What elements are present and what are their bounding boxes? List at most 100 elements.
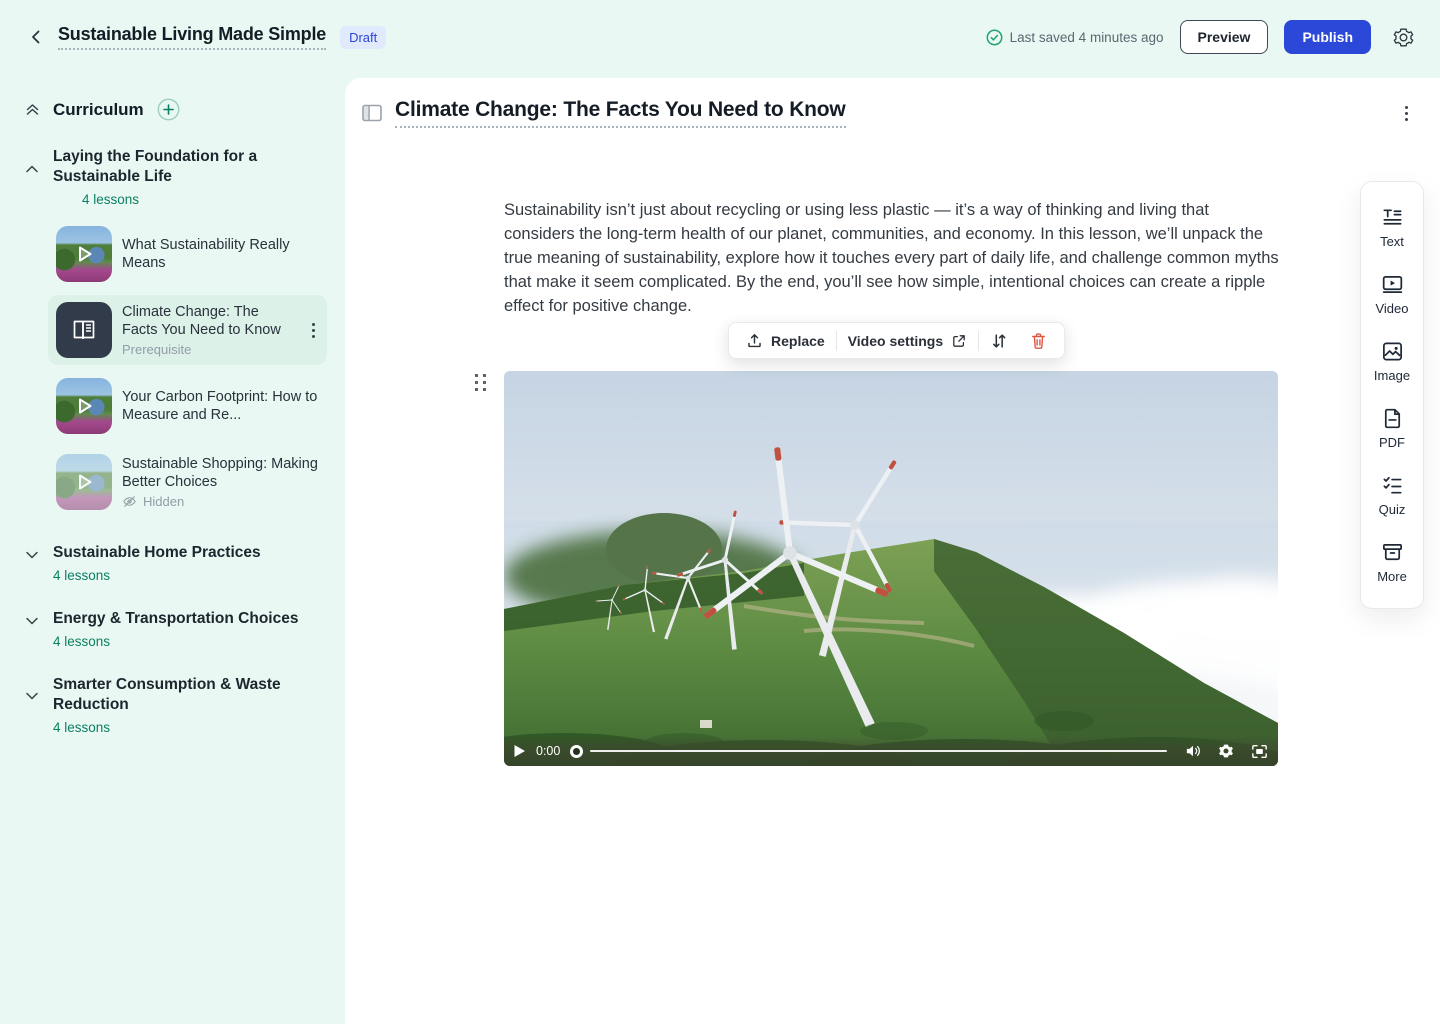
pdf-block-icon: [1381, 407, 1404, 430]
trash-icon: [1030, 332, 1047, 350]
lesson-options-button[interactable]: [1401, 102, 1412, 125]
video-controls: 0:00: [504, 736, 1278, 766]
chevron-left-icon: [27, 28, 45, 46]
add-video-block-button[interactable]: Video: [1361, 261, 1423, 328]
play-icon: [71, 241, 97, 267]
add-pdf-block-button[interactable]: PDF: [1361, 395, 1423, 462]
play-icon: [71, 469, 97, 495]
curriculum-section: Sustainable Home Practices 4 lessons: [0, 523, 345, 583]
preview-button[interactable]: Preview: [1180, 20, 1269, 54]
lesson-editor-panel: Climate Change: The Facts You Need to Kn…: [345, 78, 1440, 1024]
quiz-block-icon: [1381, 474, 1404, 497]
open-book-icon: [71, 318, 97, 342]
text-block-icon: [1381, 206, 1404, 229]
video-play-button[interactable]: [513, 744, 526, 758]
fullscreen-icon[interactable]: [1251, 744, 1268, 759]
section-lesson-count: 4 lessons: [53, 568, 261, 583]
tool-label: Text: [1380, 234, 1404, 249]
chevron-down-icon: [24, 688, 40, 704]
section-header[interactable]: Laying the Foundation for a Sustainable …: [24, 147, 321, 207]
swap-vertical-icon: [990, 332, 1008, 350]
external-link-icon: [951, 333, 967, 349]
lesson-title: What Sustainability Really Means: [122, 236, 319, 272]
archive-box-icon: [1381, 541, 1404, 564]
add-section-button[interactable]: [157, 98, 180, 121]
upload-icon: [746, 332, 763, 349]
curriculum-sidebar: Curriculum Laying the Foundation for a S…: [0, 74, 345, 1024]
video-block-toolbar: Replace Video settings: [728, 322, 1065, 359]
tool-label: Video: [1375, 301, 1408, 316]
curriculum-section: Smarter Consumption & Waste Reduction 4 …: [0, 649, 345, 735]
section-lesson-count: 4 lessons: [82, 192, 321, 207]
block-toolbox: Text Video Image PDF Quiz More: [1360, 181, 1424, 609]
add-image-block-button[interactable]: Image: [1361, 328, 1423, 395]
status-badge: Draft: [340, 26, 386, 49]
replace-button[interactable]: Replace: [735, 323, 836, 358]
publish-button[interactable]: Publish: [1284, 20, 1371, 54]
video-frame-windfarm: [504, 371, 1278, 766]
tool-label: More: [1377, 569, 1407, 584]
lesson-menu-button[interactable]: [308, 319, 319, 342]
settings-button[interactable]: [1393, 27, 1414, 48]
reading-lesson-icon-tile: [56, 302, 112, 358]
hidden-label: Hidden: [143, 494, 184, 509]
tool-label: PDF: [1379, 435, 1405, 450]
toggle-sidebar-icon[interactable]: [362, 104, 382, 122]
plus-circle-icon: [157, 98, 180, 121]
eye-off-icon: [122, 494, 137, 509]
video-scrubber-handle[interactable]: [570, 745, 583, 758]
video-progress-track[interactable]: [590, 750, 1167, 752]
video-player[interactable]: 0:00: [504, 371, 1278, 766]
lesson-page-title[interactable]: Climate Change: The Facts You Need to Kn…: [395, 98, 846, 128]
back-button[interactable]: [24, 25, 48, 49]
check-circle-icon: [986, 29, 1003, 46]
video-block-icon: [1381, 273, 1404, 296]
lesson-subtitle: Prerequisite: [122, 342, 298, 357]
curriculum-header: Curriculum: [53, 100, 144, 120]
lesson-item-selected[interactable]: Climate Change: The Facts You Need to Kn…: [48, 295, 327, 365]
curriculum-section: Energy & Transportation Choices 4 lesson…: [0, 583, 345, 649]
last-saved-text: Last saved 4 minutes ago: [1010, 30, 1164, 45]
image-block-icon: [1381, 340, 1404, 363]
lesson-item-hidden[interactable]: Sustainable Shopping: Making Better Choi…: [48, 447, 327, 517]
video-settings-icon[interactable]: [1218, 743, 1234, 759]
block-drag-handle[interactable]: [475, 374, 487, 391]
gear-icon: [1393, 27, 1414, 48]
video-settings-button[interactable]: Video settings: [837, 323, 978, 358]
section-title: Smarter Consumption & Waste Reduction: [53, 675, 321, 715]
play-icon: [513, 744, 526, 758]
top-bar: Sustainable Living Made Simple Draft Las…: [0, 0, 1440, 74]
section-title: Sustainable Home Practices: [53, 543, 261, 563]
play-icon: [71, 393, 97, 419]
video-thumbnail: [56, 378, 112, 434]
lesson-paragraph[interactable]: Sustainability isn’t just about recyclin…: [504, 198, 1280, 318]
hidden-status: Hidden: [122, 494, 319, 509]
video-thumbnail: [56, 454, 112, 510]
add-quiz-block-button[interactable]: Quiz: [1361, 462, 1423, 529]
volume-icon[interactable]: [1185, 744, 1201, 758]
curriculum-section: Laying the Foundation for a Sustainable …: [0, 121, 345, 207]
section-lesson-count: 4 lessons: [53, 720, 321, 735]
tool-label: Image: [1374, 368, 1410, 383]
course-title[interactable]: Sustainable Living Made Simple: [58, 24, 326, 50]
add-text-block-button[interactable]: Text: [1361, 194, 1423, 261]
move-block-button[interactable]: [979, 323, 1019, 358]
lesson-item[interactable]: What Sustainability Really Means: [48, 219, 327, 289]
video-thumbnail: [56, 226, 112, 282]
section-title: Laying the Foundation for a Sustainable …: [53, 147, 321, 187]
lesson-item[interactable]: Your Carbon Footprint: How to Measure an…: [48, 371, 327, 441]
chevron-down-icon: [24, 613, 40, 629]
collapse-all-icon[interactable]: [24, 101, 41, 118]
delete-block-button[interactable]: [1019, 323, 1058, 358]
section-header[interactable]: Smarter Consumption & Waste Reduction 4 …: [24, 675, 321, 735]
lesson-title: Climate Change: The Facts You Need to Kn…: [122, 303, 298, 339]
section-header[interactable]: Energy & Transportation Choices 4 lesson…: [24, 609, 321, 649]
section-header[interactable]: Sustainable Home Practices 4 lessons: [24, 543, 321, 583]
section-title: Energy & Transportation Choices: [53, 609, 298, 629]
last-saved-status: Last saved 4 minutes ago: [986, 29, 1164, 46]
section-lesson-count: 4 lessons: [53, 634, 298, 649]
lesson-title: Your Carbon Footprint: How to Measure an…: [122, 388, 319, 424]
tool-label: Quiz: [1379, 502, 1406, 517]
chevron-down-icon: [24, 547, 40, 563]
more-blocks-button[interactable]: More: [1361, 529, 1423, 596]
